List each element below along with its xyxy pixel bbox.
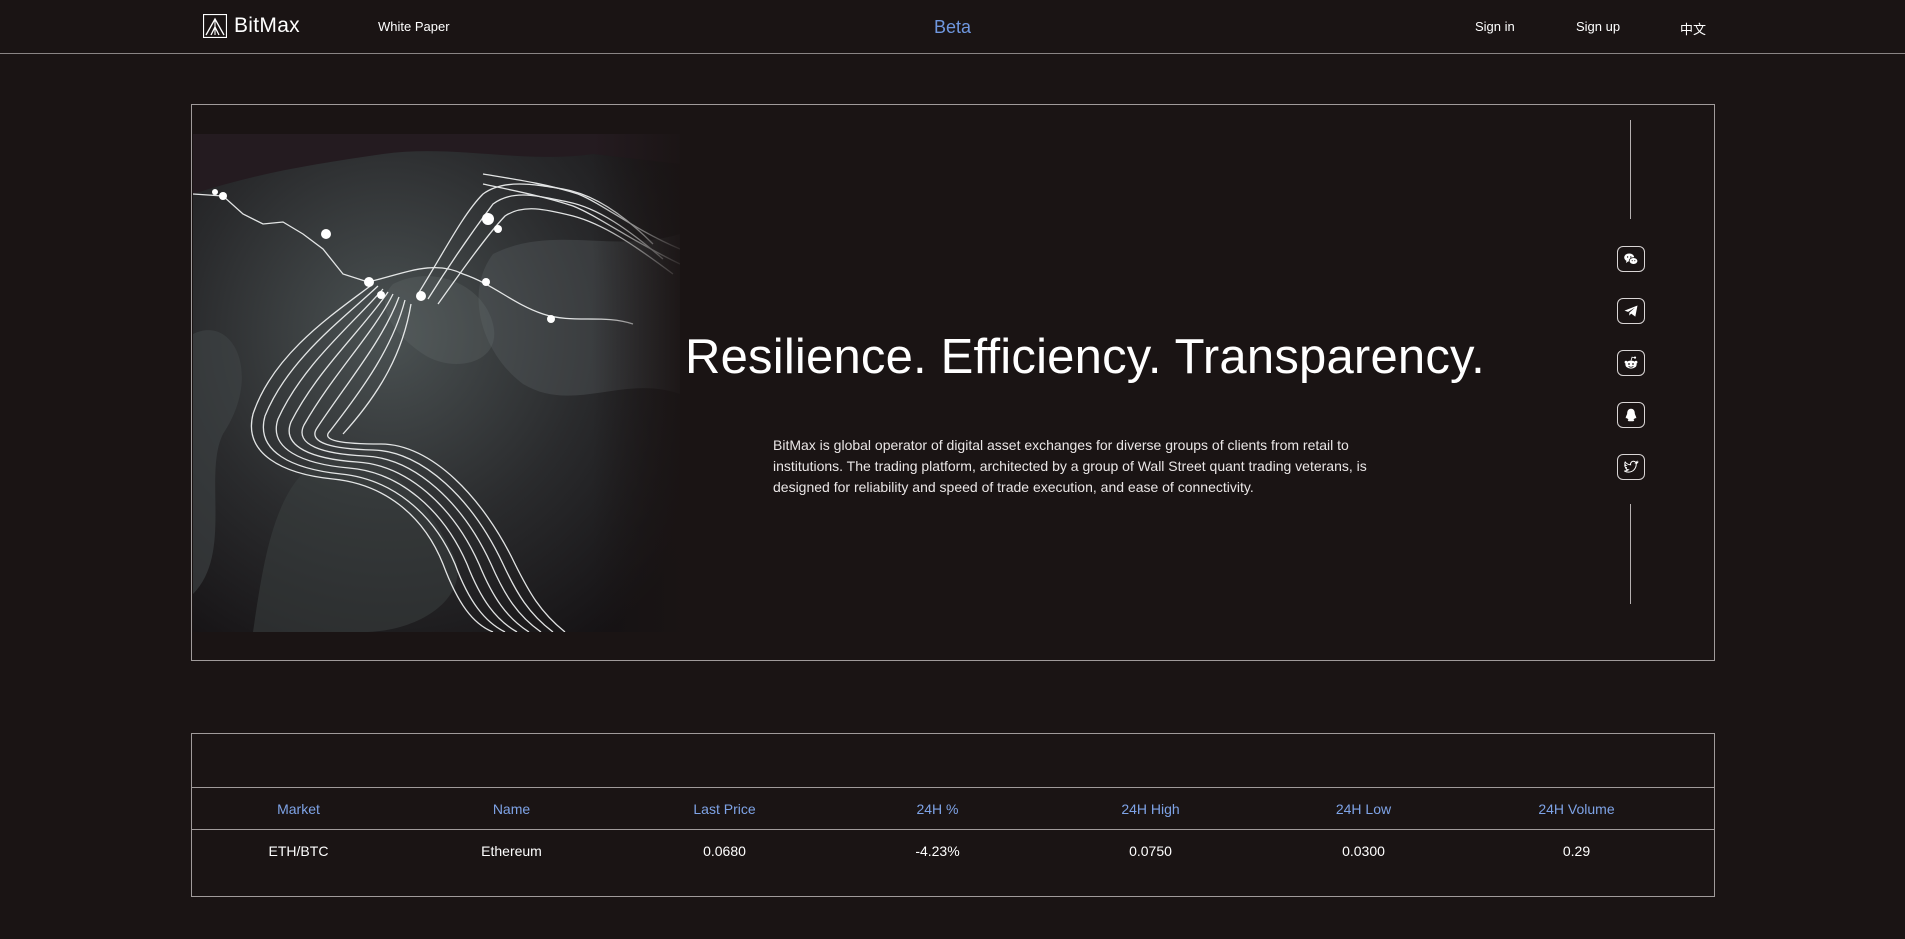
column-header-name[interactable]: Name <box>405 801 618 817</box>
column-header-24h-high[interactable]: 24H High <box>1044 801 1257 817</box>
white-paper-link[interactable]: White Paper <box>378 19 450 34</box>
brand-logo[interactable]: BitMax <box>203 14 300 38</box>
market-tabs-bar <box>192 734 1714 788</box>
cell-24h-change: -4.23% <box>915 842 960 859</box>
bitmax-logo-icon <box>203 14 227 38</box>
social-divider-top <box>1630 120 1631 219</box>
telegram-icon <box>1624 305 1638 317</box>
wechat-icon <box>1624 253 1639 265</box>
twitter-button[interactable] <box>1617 454 1645 480</box>
reddit-button[interactable] <box>1617 350 1645 376</box>
cell-market: ETH/BTC <box>268 842 329 859</box>
column-header-24h-low[interactable]: 24H Low <box>1257 801 1470 817</box>
reddit-icon <box>1624 356 1638 369</box>
social-divider-bottom <box>1630 504 1631 604</box>
sign-up-link[interactable]: Sign up <box>1576 19 1620 34</box>
qq-button[interactable] <box>1617 402 1645 428</box>
hero-headline: Resilience. Efficiency. Transparency. <box>685 330 1485 384</box>
top-navigation: BitMax White Paper Beta Sign in Sign up … <box>0 0 1905 54</box>
cell-last-price: 0.0680 <box>703 842 746 859</box>
twitter-icon <box>1624 460 1639 473</box>
brand-name: BitMax <box>234 14 300 37</box>
table-row[interactable]: ETH/BTC Ethereum 0.0680 -4.23% 0.0750 0.… <box>192 830 1714 871</box>
column-header-24h-change[interactable]: 24H % <box>831 801 1044 817</box>
telegram-button[interactable] <box>1617 298 1645 324</box>
cell-name: Ethereum <box>481 842 542 859</box>
qq-icon <box>1625 408 1637 422</box>
column-header-24h-volume[interactable]: 24H Volume <box>1470 801 1683 817</box>
cell-24h-volume: 0.29 <box>1562 842 1591 859</box>
sign-in-link[interactable]: Sign in <box>1475 19 1515 34</box>
hero-panel: Resilience. Efficiency. Transparency. Bi… <box>191 104 1715 661</box>
hero-terrain-image <box>193 134 680 632</box>
language-switch[interactable]: 中文 <box>1680 19 1706 38</box>
hero-description: BitMax is global operator of digital ass… <box>773 437 1367 495</box>
cell-24h-low: 0.0300 <box>1342 842 1385 859</box>
beta-label: Beta <box>934 17 972 37</box>
wechat-button[interactable] <box>1617 246 1645 272</box>
market-table: Market Name Last Price 24H % 24H High 24… <box>191 733 1715 897</box>
cell-24h-high: 0.0750 <box>1129 842 1172 859</box>
column-header-market[interactable]: Market <box>192 801 405 817</box>
column-header-last-price[interactable]: Last Price <box>618 801 831 817</box>
table-header-row: Market Name Last Price 24H % 24H High 24… <box>192 788 1714 830</box>
